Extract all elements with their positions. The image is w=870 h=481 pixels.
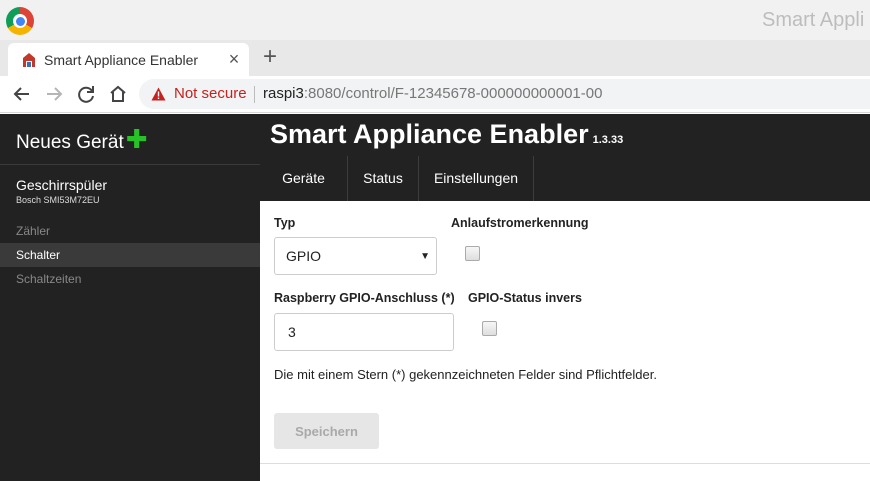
gpio-invert-checkbox[interactable]	[482, 321, 497, 336]
save-button[interactable]: Speichern	[274, 413, 379, 449]
sidebar-item-schaltzeiten[interactable]: Schaltzeiten	[0, 267, 260, 291]
reload-icon[interactable]	[72, 80, 100, 108]
not-secure-label[interactable]: Not secure	[174, 85, 247, 102]
url-text[interactable]: raspi3:8080/control/F-12345678-000000000…	[263, 85, 602, 102]
tab-status[interactable]: Status	[348, 156, 419, 201]
home-icon[interactable]	[104, 80, 132, 108]
url-host: raspi3	[263, 85, 304, 102]
device-model: Bosch SMI53M72EU	[16, 195, 100, 205]
sidebar-item-zaehler[interactable]: Zähler	[0, 219, 260, 243]
new-device-link[interactable]: Neues Gerät✚	[16, 126, 148, 154]
browser-tab[interactable]: Smart Appliance Enabler ×	[8, 43, 249, 76]
address-bar[interactable]: Not secure raspi3:8080/control/F-1234567…	[139, 79, 870, 109]
inrush-detection-label: Anlaufstromerkennung	[451, 216, 589, 230]
required-fields-hint: Die mit einem Stern (*) gekennzeichneten…	[274, 367, 657, 382]
device-name[interactable]: Geschirrspüler	[16, 177, 107, 193]
sidebar-divider	[0, 164, 260, 165]
new-device-label: Neues Gerät	[16, 132, 124, 153]
warning-icon[interactable]	[151, 87, 166, 101]
switch-form: Typ GPIO ▼ Anlaufstromerkennung Raspberr…	[260, 201, 870, 481]
back-arrow-icon[interactable]	[8, 80, 36, 108]
plus-icon[interactable]: ✚	[126, 124, 148, 154]
type-select[interactable]: GPIO ▼	[274, 237, 437, 275]
tab-strip: Smart Appliance Enabler ×	[0, 40, 870, 76]
page-title: Smart Appliance Enabler 1.3.33	[270, 119, 623, 150]
new-tab-icon[interactable]: +	[259, 43, 281, 71]
chrome-logo-icon	[6, 7, 34, 35]
window-title: Smart Appli	[762, 9, 865, 31]
tab-close-icon[interactable]: ×	[225, 48, 243, 70]
dropdown-arrow-icon: ▼	[420, 251, 430, 262]
inrush-detection-checkbox[interactable]	[465, 246, 480, 261]
site-favicon-icon	[23, 53, 35, 67]
gpio-invert-label: GPIO-Status invers	[468, 291, 582, 305]
app-header: Smart Appliance Enabler 1.3.33 Geräte Sta…	[260, 114, 870, 201]
type-select-value: GPIO	[286, 248, 322, 264]
forward-arrow-icon[interactable]	[40, 80, 68, 108]
type-label: Typ	[274, 216, 296, 230]
browser-toolbar: Not secure raspi3:8080/control/F-1234567…	[0, 76, 870, 113]
url-path: :8080/control/F-12345678-000000000001-00	[303, 85, 603, 102]
gpio-port-input[interactable]	[274, 313, 454, 351]
content-divider	[260, 463, 870, 464]
app-title-text: Smart Appliance Enabler	[270, 119, 589, 149]
tab-geraete[interactable]: Geräte	[260, 156, 348, 201]
gpio-port-label: Raspberry GPIO-Anschluss (*)	[274, 291, 455, 305]
tab-title: Smart Appliance Enabler	[44, 52, 199, 68]
sidebar: Neues Gerät✚ Geschirrspüler Bosch SMI53M…	[0, 114, 260, 481]
sidebar-item-schalter[interactable]: Schalter	[0, 243, 260, 267]
app-version: 1.3.33	[592, 134, 624, 146]
tab-einstellungen[interactable]: Einstellungen	[419, 156, 534, 201]
browser-title-bar: Smart Appli	[0, 0, 870, 40]
address-separator	[254, 86, 255, 103]
